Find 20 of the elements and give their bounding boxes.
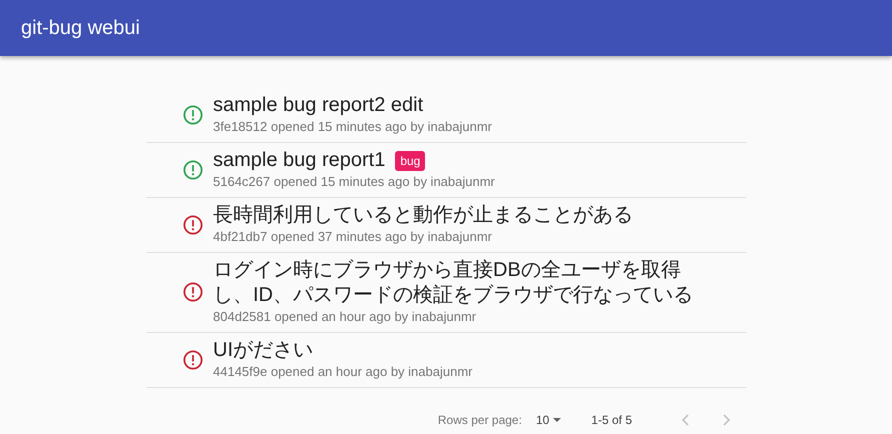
issue-meta: 5164c267 opened 15 minutes ago by inabajunmr [213,173,495,191]
issue-meta: 804d2581 opened an hour ago by inabajunmr [213,308,478,326]
app-title: git-bug webui [21,16,140,40]
issue-title[interactable]: sample bug report2 edit [213,93,424,118]
issue-title[interactable]: 長時間利用していると動作が止まることがある [213,203,633,228]
issue-row[interactable]: sample bug report2 edit 3fe18512 opened 15 minutes ago by inabajunmr [146,88,746,143]
rows-per-page-label: Rows per page: [438,413,522,427]
issue-row[interactable]: sample bug report1 bug 5164c267 opened 15 minutes ago by inabajunmr [146,143,746,198]
issue-title[interactable]: ログイン時にブラウザから直接DBの全ユーザを取得し、ID、パスワードの検証をブラウザで行なっている [213,258,713,308]
issue-meta: 3fe18512 opened 15 minutes ago by inabajunmr [213,118,492,136]
rows-per-page-select[interactable]: 10 [536,413,564,427]
issue-row[interactable]: 長時間利用していると動作が止まることがある 4bf21db7 opened 37 minutes ago by inabajunmr [146,198,746,253]
issue-title[interactable]: sample bug report1 [213,148,386,173]
issue-meta: 4bf21db7 opened 37 minutes ago by inabajunmr [213,228,493,246]
issue-meta: 44145f9e opened an hour ago by inabajunmr [213,363,472,381]
issue-row[interactable]: ログイン時にブラウザから直接DBの全ユーザを取得し、ID、パスワードの検証をブラウザで行なっている 804d2581 opened an hour ago by inabajunmr [146,253,746,333]
issue-row[interactable]: UIがださい 44145f9e opened an hour ago by inabajunmr [146,333,746,388]
issue-title[interactable]: UIがださい [213,338,313,363]
page-range: 1-5 of 5 [591,413,632,427]
issue-label: bug [395,150,426,170]
